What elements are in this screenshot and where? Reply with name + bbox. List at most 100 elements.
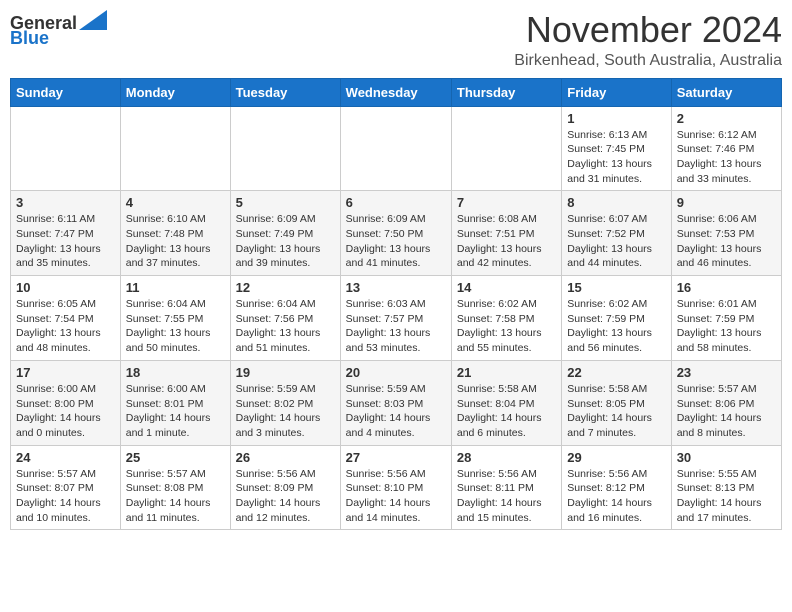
calendar-cell: 25 Sunrise: 5:57 AMSunset: 8:08 PMDayligh… [120, 445, 230, 530]
day-info: Sunrise: 6:13 AMSunset: 7:45 PMDaylight:… [567, 128, 665, 187]
day-info: Sunrise: 6:09 AMSunset: 7:50 PMDaylight:… [346, 212, 446, 271]
day-info: Sunrise: 6:05 AMSunset: 7:54 PMDaylight:… [16, 297, 115, 356]
day-info: Sunrise: 6:10 AMSunset: 7:48 PMDaylight:… [126, 212, 225, 271]
calendar-cell: 24 Sunrise: 5:57 AMSunset: 8:07 PMDayligh… [11, 445, 121, 530]
calendar-week-3: 10Sunrise: 6:05 AMSunset: 7:54 PMDayligh… [11, 276, 782, 361]
day-number: 7 [457, 195, 556, 210]
calendar-cell: 29 Sunrise: 5:56 AMSunset: 8:12 PMDayligh… [562, 445, 671, 530]
day-info: Sunrise: 5:58 AMSunset: 8:05 PMDaylight:… [567, 382, 665, 441]
weekday-header-friday: Friday [562, 78, 671, 106]
calendar-cell: 7 Sunrise: 6:08 AMSunset: 7:51 PMDaylight… [451, 191, 561, 276]
calendar-cell: 22 Sunrise: 5:58 AMSunset: 8:05 PMDayligh… [562, 360, 671, 445]
calendar-cell: 2 Sunrise: 6:12 AMSunset: 7:46 PMDaylight… [671, 106, 781, 191]
calendar-cell: 15 Sunrise: 6:02 AMSunset: 7:59 PMDayligh… [562, 276, 671, 361]
day-number: 4 [126, 195, 225, 210]
day-info: Sunrise: 5:56 AMSunset: 8:09 PMDaylight:… [236, 467, 335, 526]
calendar-week-1: 1 Sunrise: 6:13 AMSunset: 7:45 PMDaylight… [11, 106, 782, 191]
day-number: 14 [457, 280, 556, 295]
calendar-cell: 8 Sunrise: 6:07 AMSunset: 7:52 PMDaylight… [562, 191, 671, 276]
day-number: 16 [677, 280, 776, 295]
day-number: 13 [346, 280, 446, 295]
day-info: Sunrise: 6:02 AMSunset: 7:58 PMDaylight:… [457, 297, 556, 356]
day-number: 19 [236, 365, 335, 380]
calendar-cell: 19 Sunrise: 5:59 AMSunset: 8:02 PMDayligh… [230, 360, 340, 445]
calendar-week-5: 24 Sunrise: 5:57 AMSunset: 8:07 PMDayligh… [11, 445, 782, 530]
weekday-header-monday: Monday [120, 78, 230, 106]
day-info: Sunrise: 5:56 AMSunset: 8:12 PMDaylight:… [567, 467, 665, 526]
day-info: Sunrise: 5:57 AMSunset: 8:06 PMDaylight:… [677, 382, 776, 441]
calendar-cell: 30Sunrise: 5:55 AMSunset: 8:13 PMDayligh… [671, 445, 781, 530]
calendar-cell: 4 Sunrise: 6:10 AMSunset: 7:48 PMDaylight… [120, 191, 230, 276]
day-info: Sunrise: 6:08 AMSunset: 7:51 PMDaylight:… [457, 212, 556, 271]
day-number: 27 [346, 450, 446, 465]
month-title: November 2024 [514, 10, 782, 50]
day-info: Sunrise: 6:12 AMSunset: 7:46 PMDaylight:… [677, 128, 776, 187]
day-number: 24 [16, 450, 115, 465]
calendar-cell: 28 Sunrise: 5:56 AMSunset: 8:11 PMDayligh… [451, 445, 561, 530]
day-number: 29 [567, 450, 665, 465]
calendar-cell [340, 106, 451, 191]
logo: General Blue [10, 10, 107, 49]
weekday-header-thursday: Thursday [451, 78, 561, 106]
day-info: Sunrise: 6:04 AMSunset: 7:55 PMDaylight:… [126, 297, 225, 356]
day-info: Sunrise: 5:57 AMSunset: 8:07 PMDaylight:… [16, 467, 115, 526]
day-info: Sunrise: 6:01 AMSunset: 7:59 PMDaylight:… [677, 297, 776, 356]
day-number: 6 [346, 195, 446, 210]
calendar-cell [230, 106, 340, 191]
day-number: 30 [677, 450, 776, 465]
weekday-header-sunday: Sunday [11, 78, 121, 106]
day-number: 18 [126, 365, 225, 380]
day-number: 12 [236, 280, 335, 295]
day-info: Sunrise: 5:56 AMSunset: 8:11 PMDaylight:… [457, 467, 556, 526]
day-info: Sunrise: 5:56 AMSunset: 8:10 PMDaylight:… [346, 467, 446, 526]
weekday-header-wednesday: Wednesday [340, 78, 451, 106]
day-info: Sunrise: 6:09 AMSunset: 7:49 PMDaylight:… [236, 212, 335, 271]
day-info: Sunrise: 5:59 AMSunset: 8:03 PMDaylight:… [346, 382, 446, 441]
calendar-cell [120, 106, 230, 191]
logo-icon [79, 10, 107, 30]
day-number: 9 [677, 195, 776, 210]
day-number: 22 [567, 365, 665, 380]
day-info: Sunrise: 5:57 AMSunset: 8:08 PMDaylight:… [126, 467, 225, 526]
calendar-cell: 17Sunrise: 6:00 AMSunset: 8:00 PMDayligh… [11, 360, 121, 445]
page-header: General Blue November 2024 Birkenhead, S… [10, 10, 782, 70]
day-info: Sunrise: 6:00 AMSunset: 8:01 PMDaylight:… [126, 382, 225, 441]
calendar-cell: 18 Sunrise: 6:00 AMSunset: 8:01 PMDayligh… [120, 360, 230, 445]
calendar-cell: 1 Sunrise: 6:13 AMSunset: 7:45 PMDaylight… [562, 106, 671, 191]
weekday-header-tuesday: Tuesday [230, 78, 340, 106]
day-number: 5 [236, 195, 335, 210]
calendar-cell: 27 Sunrise: 5:56 AMSunset: 8:10 PMDayligh… [340, 445, 451, 530]
day-number: 1 [567, 111, 665, 126]
day-info: Sunrise: 5:58 AMSunset: 8:04 PMDaylight:… [457, 382, 556, 441]
calendar-cell: 21 Sunrise: 5:58 AMSunset: 8:04 PMDayligh… [451, 360, 561, 445]
calendar-header-row: SundayMondayTuesdayWednesdayThursdayFrid… [11, 78, 782, 106]
title-section: November 2024 Birkenhead, South Australi… [514, 10, 782, 70]
day-number: 17 [16, 365, 115, 380]
calendar-table: SundayMondayTuesdayWednesdayThursdayFrid… [10, 78, 782, 531]
calendar-cell [451, 106, 561, 191]
day-number: 28 [457, 450, 556, 465]
day-info: Sunrise: 6:11 AMSunset: 7:47 PMDaylight:… [16, 212, 115, 271]
day-number: 15 [567, 280, 665, 295]
calendar-cell: 6 Sunrise: 6:09 AMSunset: 7:50 PMDaylight… [340, 191, 451, 276]
calendar-week-2: 3 Sunrise: 6:11 AMSunset: 7:47 PMDaylight… [11, 191, 782, 276]
day-number: 3 [16, 195, 115, 210]
day-number: 23 [677, 365, 776, 380]
day-info: Sunrise: 6:06 AMSunset: 7:53 PMDaylight:… [677, 212, 776, 271]
day-number: 20 [346, 365, 446, 380]
day-info: Sunrise: 6:07 AMSunset: 7:52 PMDaylight:… [567, 212, 665, 271]
day-info: Sunrise: 6:04 AMSunset: 7:56 PMDaylight:… [236, 297, 335, 356]
day-number: 11 [126, 280, 225, 295]
day-info: Sunrise: 6:02 AMSunset: 7:59 PMDaylight:… [567, 297, 665, 356]
day-number: 8 [567, 195, 665, 210]
calendar-cell: 12 Sunrise: 6:04 AMSunset: 7:56 PMDayligh… [230, 276, 340, 361]
day-number: 2 [677, 111, 776, 126]
calendar-cell: 13Sunrise: 6:03 AMSunset: 7:57 PMDayligh… [340, 276, 451, 361]
day-number: 21 [457, 365, 556, 380]
day-info: Sunrise: 5:59 AMSunset: 8:02 PMDaylight:… [236, 382, 335, 441]
calendar-cell: 11 Sunrise: 6:04 AMSunset: 7:55 PMDayligh… [120, 276, 230, 361]
day-number: 25 [126, 450, 225, 465]
calendar-cell: 3 Sunrise: 6:11 AMSunset: 7:47 PMDaylight… [11, 191, 121, 276]
calendar-cell: 23 Sunrise: 5:57 AMSunset: 8:06 PMDayligh… [671, 360, 781, 445]
calendar-cell: 9 Sunrise: 6:06 AMSunset: 7:53 PMDaylight… [671, 191, 781, 276]
